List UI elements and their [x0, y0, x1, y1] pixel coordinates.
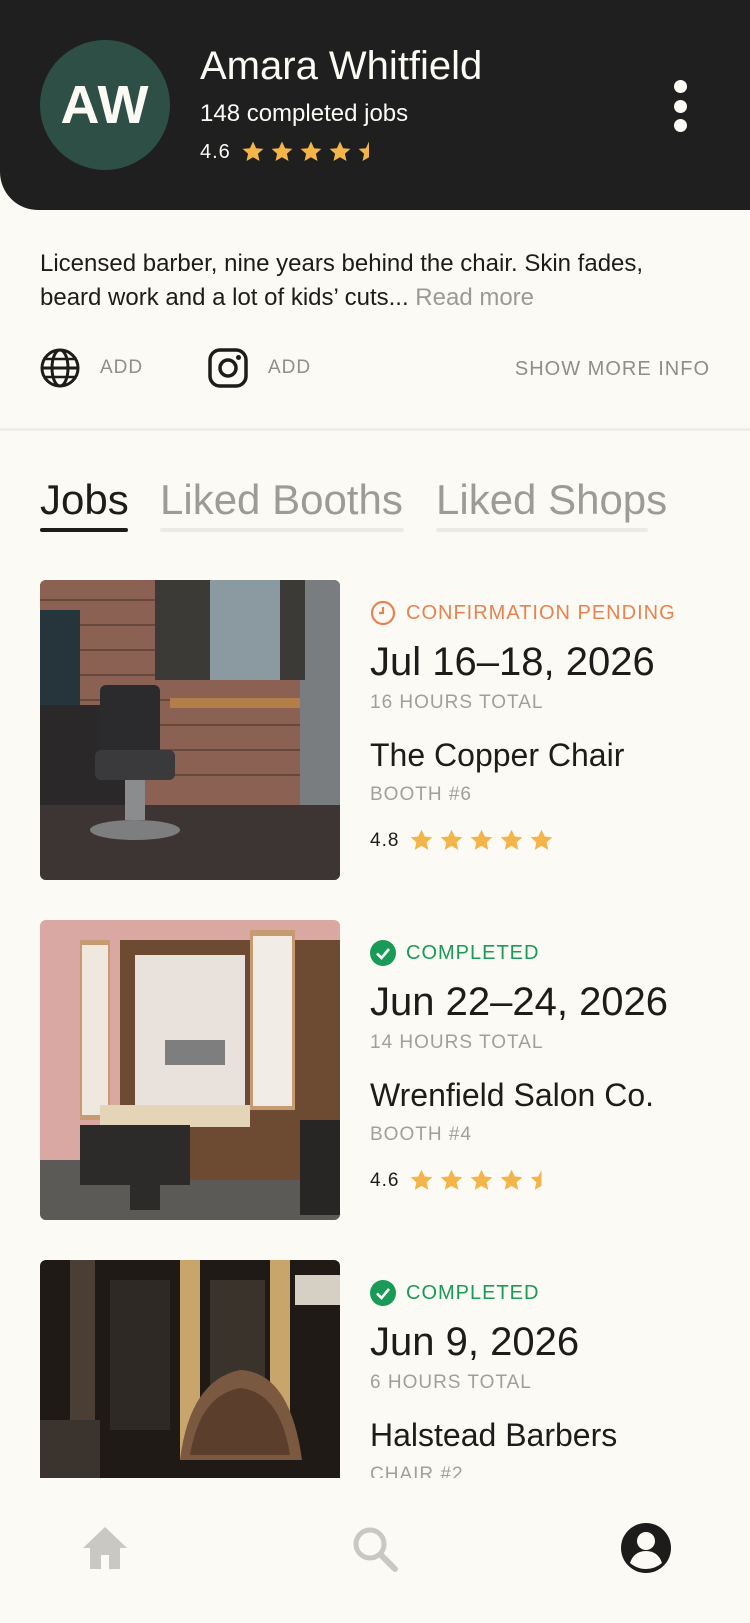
star-rating	[409, 828, 559, 853]
shop-name: Halstead Barbers	[370, 1417, 618, 1453]
completed-jobs-count: 148 completed jobs	[200, 100, 409, 127]
website-link[interactable]: ADD	[40, 348, 143, 388]
tab-liked-shops[interactable]: Liked Shops	[436, 476, 667, 524]
job-details: COMPLETED Jun 22–24, 2026 14 HOURS TOTAL…	[370, 920, 710, 1193]
profile-name: Amara Whitfield	[200, 44, 483, 88]
rating-value: 4.6	[200, 140, 231, 163]
booth-label: CHAIR #2	[370, 1464, 464, 1478]
rating-value: 4.8	[370, 829, 400, 851]
star-icon	[441, 1169, 463, 1190]
job-hours: 14 HOURS TOTAL	[370, 1032, 544, 1053]
star-rating	[241, 140, 386, 164]
star-icon	[242, 141, 264, 161]
star-icon	[411, 1169, 433, 1190]
job-card[interactable]: COMPLETED Jun 9, 2026 6 HOURS TOTAL Hals…	[40, 1260, 710, 1478]
bio-text: Licensed barber, nine years behind the c…	[40, 250, 644, 311]
social-links: ADD ADD SHOW MORE INFO	[40, 348, 710, 392]
job-details: COMPLETED Jun 9, 2026 6 HOURS TOTAL Hals…	[370, 1260, 710, 1478]
job-hours: 16 HOURS TOTAL	[370, 692, 544, 713]
profile-header: AW Amara Whitfield 148 completed jobs 4.…	[0, 0, 750, 210]
instagram-link[interactable]: ADD	[208, 348, 311, 388]
clock-icon	[370, 600, 396, 626]
status-label: COMPLETED	[406, 941, 540, 964]
job-card[interactable]: CONFIRMATION PENDING Jul 16–18, 2026 16 …	[40, 580, 710, 880]
instagram-icon	[208, 348, 248, 388]
check-circle-icon	[370, 940, 396, 966]
star-icon	[501, 829, 523, 850]
booth-label: BOOTH #6	[370, 784, 472, 805]
tab-liked-booths-underline	[160, 528, 404, 532]
tab-jobs-underline	[40, 528, 128, 532]
job-status: COMPLETED	[370, 938, 710, 968]
star-icon	[501, 1169, 523, 1190]
status-label: COMPLETED	[406, 1281, 540, 1304]
tab-liked-shops-underline	[436, 528, 648, 532]
section-divider	[0, 428, 750, 431]
home-icon[interactable]	[80, 1524, 130, 1572]
job-status: CONFIRMATION PENDING	[370, 598, 710, 628]
booth-label: BOOTH #4	[370, 1124, 472, 1145]
booth-photo	[40, 1260, 340, 1478]
star-icon	[271, 141, 293, 161]
avatar[interactable]: AW	[40, 40, 170, 170]
star-icon	[471, 1169, 493, 1190]
shop-name: Wrenfield Salon Co.	[370, 1077, 654, 1113]
booth-photo	[40, 920, 340, 1220]
show-more-info-link[interactable]: SHOW MORE INFO	[515, 358, 710, 381]
job-card[interactable]: COMPLETED Jun 22–24, 2026 14 HOURS TOTAL…	[40, 920, 710, 1220]
avatar-initials: AW	[60, 75, 150, 135]
job-hours: 6 HOURS TOTAL	[370, 1372, 532, 1393]
job-date: Jun 9, 2026	[370, 1320, 580, 1364]
status-label: CONFIRMATION PENDING	[406, 601, 676, 624]
globe-icon	[40, 348, 80, 388]
website-add-label: ADD	[100, 357, 144, 378]
star-icon	[411, 829, 433, 850]
star-rating	[409, 1168, 559, 1193]
booth-photo	[40, 580, 340, 880]
tab-jobs[interactable]: Jobs	[40, 476, 129, 524]
star-icon	[441, 829, 463, 850]
read-more-link[interactable]: Read more	[415, 284, 534, 311]
star-half-icon	[358, 141, 369, 161]
star-icon	[471, 829, 493, 850]
star-icon	[329, 141, 351, 161]
star-half-icon	[531, 1169, 542, 1190]
star-icon	[300, 141, 322, 161]
job-details: CONFIRMATION PENDING Jul 16–18, 2026 16 …	[370, 580, 710, 853]
bio: Licensed barber, nine years behind the c…	[40, 247, 710, 315]
shop-rating: 4.8	[370, 828, 710, 853]
check-circle-icon	[370, 1280, 396, 1306]
shop-rating: 4.6	[370, 1168, 710, 1193]
instagram-add-label: ADD	[268, 357, 312, 378]
job-status: COMPLETED	[370, 1278, 710, 1308]
search-icon[interactable]	[350, 1524, 400, 1574]
profile-icon[interactable]	[620, 1522, 672, 1574]
more-options-icon[interactable]	[670, 80, 690, 132]
star-icon	[531, 829, 553, 850]
tab-liked-booths[interactable]: Liked Booths	[160, 476, 403, 524]
profile-rating: 4.6	[200, 140, 386, 164]
job-date: Jul 16–18, 2026	[370, 640, 655, 684]
shop-name: The Copper Chair	[370, 737, 625, 773]
rating-value: 4.6	[370, 1169, 400, 1191]
job-date: Jun 22–24, 2026	[370, 980, 669, 1024]
bottom-nav	[0, 1478, 750, 1623]
